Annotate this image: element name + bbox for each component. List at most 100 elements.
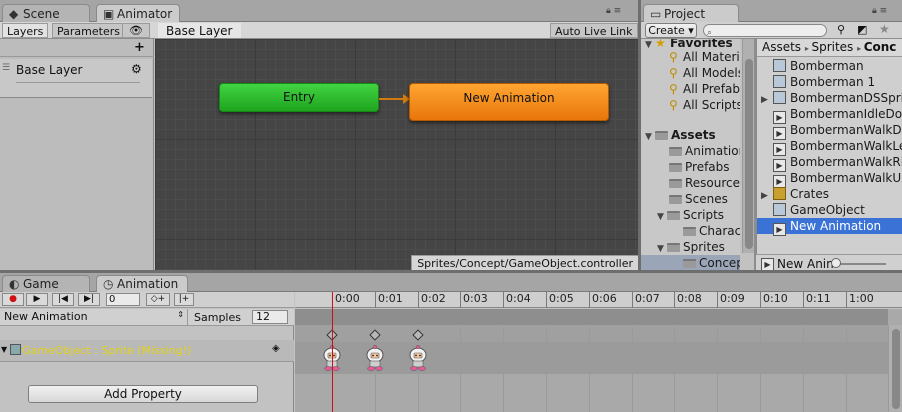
eye-icon[interactable]: 👁︎ [122,23,150,38]
asset-item-selected[interactable]: New Animation [757,218,902,236]
collapse-arrow-icon[interactable]: ▼ [645,39,655,53]
previous-keyframe-button[interactable]: |◀ [52,293,74,306]
asset-item[interactable]: BombermanWalkLe [757,138,902,156]
breadcrumb-item[interactable]: Conc [864,40,897,54]
folder-icon [667,211,680,220]
clip-dropdown[interactable]: New Animation ⇕ [0,309,188,325]
layer-row-base[interactable]: ☰ Base Layer ⚙ [0,59,152,98]
animator-toolbar: Layers Parameters 👁︎ Base Layer Auto Liv… [0,22,638,39]
scene-icon: ◆ [9,7,19,21]
breadcrumb-item[interactable]: Assets [762,40,801,54]
create-dropdown[interactable]: Create ▾ [645,23,697,38]
folder-icon [683,227,696,236]
ruler-tick: 0:11 [803,292,831,308]
keyframe-track [295,325,888,342]
tab-parameters[interactable]: Parameters [52,23,125,38]
gear-icon[interactable]: ⚙ [131,62,142,76]
timeline-scrollbar[interactable] [888,325,902,412]
layer-weight-slider[interactable] [16,82,140,83]
asset-name: Bomberman 1 [790,75,876,89]
folder-item[interactable]: Animation [669,143,740,159]
asset-name: BombermanDSSprit [790,91,902,105]
animator-graph[interactable]: Entry New Animation Sprites/Concept/Game… [155,39,638,270]
folder-item[interactable]: Charac [683,223,740,239]
add-keyframe-button[interactable]: ◇+ [146,293,170,306]
animation-clip-icon [773,223,786,236]
property-row[interactable]: ▼ GameObject : Sprite (Missing!) ◈ [0,340,294,362]
tab-project[interactable]: ▭ Project [643,4,739,23]
add-event-button[interactable]: |+ [174,293,194,306]
slider-thumb[interactable] [831,258,841,268]
asset-item[interactable]: Bomberman [757,58,902,74]
collapse-arrow-icon[interactable]: ▼ [645,129,655,145]
breadcrumb-base-layer[interactable]: Base Layer [158,23,241,38]
tab-layers[interactable]: Layers [2,23,49,38]
clock-icon: ◷ [103,277,114,291]
sprite-keyframe-thumbnail[interactable] [404,344,432,372]
keyframe-options-icon[interactable]: ◈ [272,343,280,354]
timeline-ruler[interactable]: 0:00 0:01 0:02 0:03 0:04 0:05 0:06 0:07 0:08 0:09… [295,292,902,308]
drag-handle-icon[interactable]: ☰ [2,63,10,73]
folder-item[interactable]: ▼ Scripts [657,207,724,223]
scrollbar-thumb[interactable] [745,59,753,249]
favorite-star-icon[interactable]: ★ [879,22,890,36]
add-layer-button[interactable]: + [134,40,145,55]
folder-item-selected[interactable]: Concep [641,255,740,270]
filter-by-type-icon[interactable]: ⚲ [837,23,845,36]
next-keyframe-button[interactable]: ▶| [78,293,100,306]
asset-item[interactable]: Bomberman 1 [757,74,902,90]
collapse-arrow-icon[interactable]: ▼ [657,209,667,225]
asset-item[interactable]: BombermanIdleDow [757,106,902,124]
entry-node[interactable]: Entry [219,83,379,112]
ruler-tick: 0:10 [760,292,788,308]
breadcrumb-item[interactable]: Sprites [811,40,853,54]
folder-item[interactable]: Scenes [669,191,728,207]
sprite-keyframe-thumbnail[interactable] [361,344,389,372]
auto-live-link-button[interactable]: Auto Live Link [550,23,638,38]
timeline-gridline [632,326,633,412]
tab-scene[interactable]: ◆ Scene [2,4,90,23]
tab-game[interactable]: ◐ Game [2,275,90,292]
controller-icon [773,203,786,216]
add-property-button[interactable]: Add Property [28,385,258,403]
asset-item[interactable]: BombermanWalkRi [757,154,902,172]
asset-item[interactable]: GameObject [757,202,902,218]
samples-field[interactable]: 12 [252,310,288,324]
folder-item[interactable]: Resource [669,175,740,191]
ruler-tick: 0:01 [375,292,403,308]
play-button[interactable]: ▶ [26,293,48,306]
tab-animator[interactable]: ▣ Animator [96,4,180,23]
animator-window-lock-icon[interactable]: 🔒︎ ≡ [606,6,621,16]
asset-item[interactable]: ▶ Crates [757,186,902,202]
folder-tree-scrollbar[interactable] [742,39,754,253]
selected-asset-name: New Anin [777,257,834,271]
search-input[interactable]: ⌕ [703,24,827,38]
scrollbar-thumb[interactable] [892,329,900,409]
icon-size-slider[interactable] [834,263,886,265]
asset-item[interactable]: BombermanWalkUp [757,170,902,188]
favorite-item[interactable]: ⚲ All Prefab [669,81,740,97]
timeline-dopesheet[interactable] [295,309,902,412]
favorite-item[interactable]: ⚲ All Materi [669,49,740,65]
state-node-new-animation[interactable]: New Animation [409,83,609,121]
assets-header[interactable]: ▼ Assets [645,127,716,143]
tab-animation[interactable]: ◷ Animation [96,275,188,292]
asset-item[interactable]: ▶ BombermanDSSprit [757,90,902,106]
folder-item[interactable]: Prefabs [669,159,730,175]
expand-arrow-icon[interactable]: ▼ [1,345,7,354]
frame-field[interactable]: 0 [106,293,140,306]
playhead[interactable] [332,292,333,412]
record-button[interactable]: ● [2,293,24,306]
asset-item[interactable]: BombermanWalkDo [757,122,902,140]
timeline-gridline [589,326,590,412]
folder-item[interactable]: ▼ Sprites [657,239,725,255]
project-window-lock-icon[interactable]: 🔒︎ ≡ [872,6,887,16]
favorite-item[interactable]: ⚲ All Models [669,65,740,81]
timeline-gridline [717,326,718,412]
search-icon: ⚲ [669,50,678,64]
transition-arrow[interactable] [379,93,411,105]
folder-icon [669,147,682,156]
favorite-item[interactable]: ⚲ All Scripts [669,97,740,113]
sprite-icon [773,59,786,72]
filter-by-label-icon[interactable]: ◩ [857,23,867,36]
